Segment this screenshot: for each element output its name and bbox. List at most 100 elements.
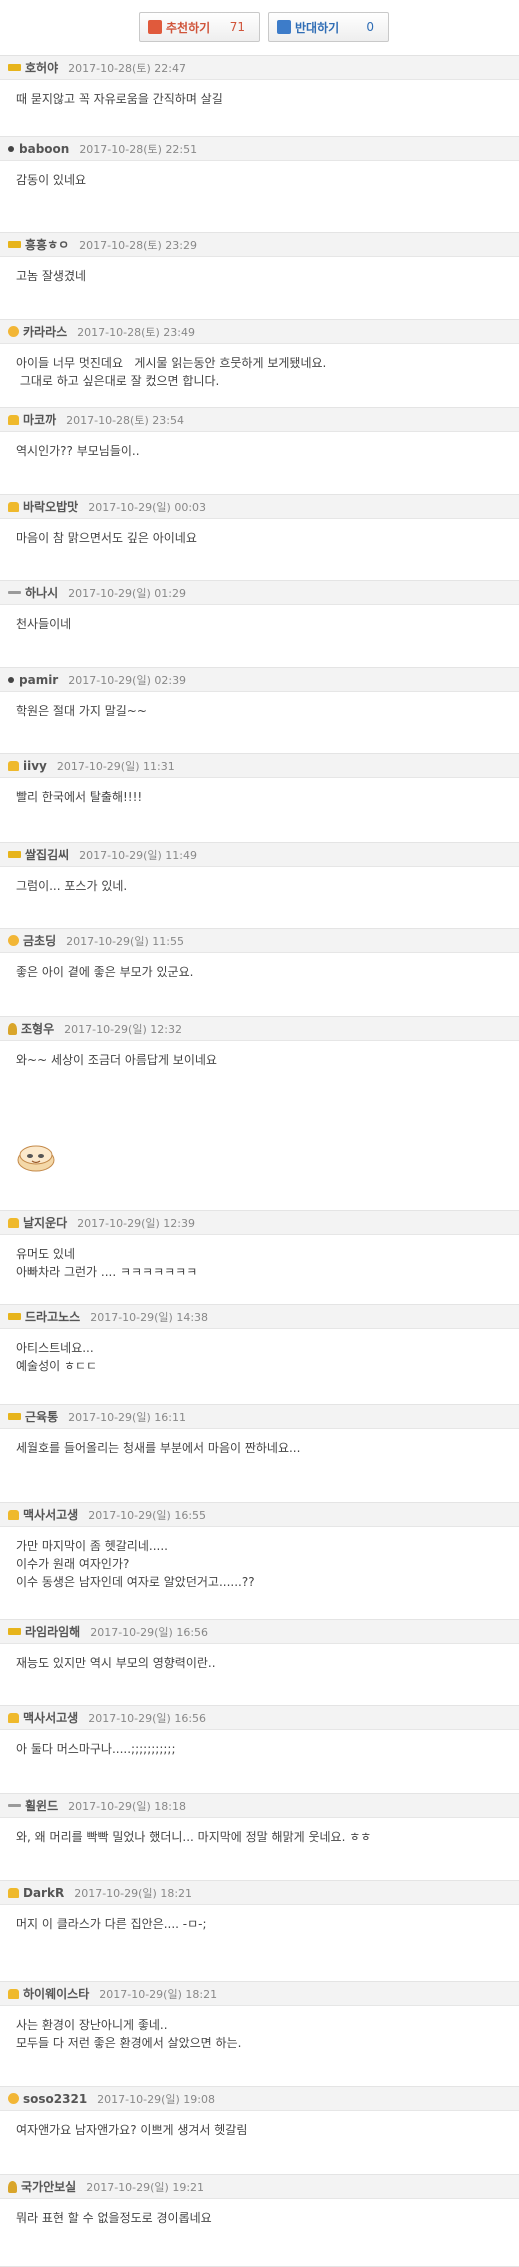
comment-date: 2017-10-29(일) 00:03 [88,500,207,514]
comment-body: 사는 환경이 장난아니게 좋네.. 모두들 다 저런 좋은 환경에서 살았으면 하… [16,2016,509,2052]
comment-item: 카라라스 2017-10-28(토) 23:49 아이들 너무 멋진데요 게시물 읽… [0,320,519,408]
comment-date: 2017-10-28(토) 23:49 [77,325,195,339]
comment-item: baboon 2017-10-28(토) 22:51 감동이 있네요 [0,137,519,233]
comment-text-line: 아티스트네요... [16,1341,94,1355]
comment-body: 역시인가?? 부모님들이.. [16,442,509,460]
comment-text-line: 그럼이... 포스가 있네. [16,879,128,893]
comment-body: 세월호를 들어올리는 청새를 부분에서 마음이 짠하네요... [16,1439,509,1457]
comment-date: 2017-10-29(일) 02:39 [68,673,187,687]
comment-body: 감동이 있네요 [16,171,509,189]
comment-text-line: 역시인가?? 부모님들이.. [16,444,140,458]
comment-header: 하이웨이스타 2017-10-29(일) 18:21 [0,1982,519,2006]
comment-author[interactable]: 카라라스 [23,323,67,340]
comment-item: 호허야 2017-10-28(토) 22:47 때 묻지않고 꼭 자유로움을 간직하… [0,56,519,137]
level-badge-icon [8,1313,21,1320]
comment-author[interactable]: 금초딩 [23,932,56,949]
comment-date: 2017-10-29(일) 01:29 [68,586,186,600]
level-badge-icon [8,145,14,152]
comment-date: 2017-10-29(일) 19:08 [97,2092,215,2106]
comment-date: 2017-10-29(일) 16:11 [68,1410,186,1424]
vote-bar: 추천하기 71 반대하기 0 [0,0,519,56]
comment-text-line: 그대로 하고 싶은대로 잘 컸으면 합니다. [16,374,220,388]
comment-body: 마음이 참 맑으면서도 깊은 아이네요 [16,529,509,547]
comment-body: 천사들이네 [16,615,509,633]
level-badge-icon [8,241,21,248]
level-badge-icon [8,2093,19,2104]
comment-text-line: 천사들이네 [16,617,72,631]
level-badge-icon [8,1509,19,1520]
oppose-button[interactable]: 반대하기 0 [268,12,389,42]
comment-date: 2017-10-28(토) 23:54 [66,413,184,427]
comment-author[interactable]: iivy [23,759,47,773]
comment-item: 맥사서고생 2017-10-29(일) 16:56 아 둘다 머스마구나.....;… [0,1706,519,1794]
comment-text-line: 이수 동생은 남자인데 여자로 알았던거고......?? [16,1575,255,1589]
comment-body: 아 둘다 머스마구나.....;;;;;;;;;;; [16,1740,509,1758]
comment-author[interactable]: 흥흥ㅎㅇ [25,236,69,253]
level-badge-icon [8,1022,17,1035]
comment-item: 드라고노스 2017-10-29(일) 14:38 아티스트네요... 예술성이 ㅎㄷ… [0,1305,519,1405]
comment-body: 여자앤가요 남자앤가요? 이쁘게 생겨서 헷갈림 [16,2121,509,2139]
comment-header: 근육통 2017-10-29(일) 16:11 [0,1405,519,1429]
comment-author[interactable]: 바락오밥맛 [23,498,78,515]
comment-date: 2017-10-29(일) 12:39 [77,1216,195,1230]
comment-author[interactable]: DarkR [23,1886,64,1900]
comment-item: 조형우 2017-10-29(일) 12:32 와~~ 세상이 조금더 아름답게 보… [0,1017,519,1211]
comment-author[interactable]: 국가안보실 [21,2178,76,2195]
comment-header: 호허야 2017-10-28(토) 22:47 [0,56,519,80]
comment-date: 2017-10-29(일) 11:31 [56,759,175,773]
level-badge-icon [8,851,21,858]
comment-header: 조형우 2017-10-29(일) 12:32 [0,1017,519,1041]
comment-item: 맥사서고생 2017-10-29(일) 16:55 가만 마지막이 좀 헷갈리네..… [0,1503,519,1620]
comment-text-line: 학원은 절대 가지 말길~~ [16,704,147,718]
comment-item: 흥흥ㅎㅇ 2017-10-28(토) 23:29 고놈 잘생겼네 [0,233,519,320]
comment-author[interactable]: 호허야 [25,59,58,76]
comment-text-line: 와~~ 세상이 조금더 아름답게 보이네요 [16,1053,217,1067]
comment-body: 좋은 아이 곁에 좋은 부모가 있군요. [16,963,509,981]
level-badge-icon [8,1413,21,1420]
comment-author[interactable]: baboon [19,142,69,156]
comment-body: 와, 왜 머리를 빡빡 밀었나 했더니... 마지막에 정말 해맑게 웃네요. … [16,1828,509,1846]
comment-author[interactable]: 조형우 [21,1020,54,1037]
comment-text-line: 세월호를 들어올리는 청새를 부분에서 마음이 짠하네요... [16,1441,301,1455]
level-badge-icon [8,1217,19,1228]
level-badge-icon [8,591,21,594]
comment-item: 휠윈드 2017-10-29(일) 18:18 와, 왜 머리를 빡빡 밀었나 했더… [0,1794,519,1881]
comment-header: 맥사서고생 2017-10-29(일) 16:55 [0,1503,519,1527]
comment-text-line: 아이들 너무 멋진데요 게시물 읽는동안 흐뭇하게 보게됐네요. [16,356,327,370]
level-badge-icon [8,1628,21,1635]
comment-item: 쌀집김씨 2017-10-29(일) 11:49 그럼이... 포스가 있네. [0,843,519,929]
comment-text-line: 여자앤가요 남자앤가요? 이쁘게 생겨서 헷갈림 [16,2123,248,2137]
comment-author[interactable]: 쌀집김씨 [25,846,69,863]
level-badge-icon [8,1804,21,1807]
comment-author[interactable]: 하나시 [25,584,58,601]
recommend-button[interactable]: 추천하기 71 [139,12,260,42]
comment-author[interactable]: 맥사서고생 [23,1709,78,1726]
comment-author[interactable]: 드라고노스 [25,1308,80,1325]
level-badge-icon [8,935,19,946]
comment-author[interactable]: 하이웨이스타 [23,1985,89,2002]
thumbs-up-icon [148,20,162,34]
comment-author[interactable]: soso2321 [23,2092,87,2106]
comment-item: 근육통 2017-10-29(일) 16:11 세월호를 들어올리는 청새를 부분에… [0,1405,519,1503]
comment-text-line: 빨리 한국에서 탈출해!!!! [16,790,143,804]
comment-author[interactable]: 근육통 [25,1408,58,1425]
comment-text-line: 유머도 있네 [16,1247,76,1261]
comment-author[interactable]: pamir [19,673,58,687]
comment-date: 2017-10-29(일) 18:21 [74,1886,193,1900]
oppose-label: 반대하기 [295,20,340,35]
comment-author[interactable]: 마코까 [23,411,56,428]
comment-author[interactable]: 라임라임해 [25,1623,80,1640]
comment-body: 뭐라 표현 할 수 없을정도로 경이롭네요 [16,2209,509,2227]
comment-author[interactable]: 휠윈드 [25,1797,58,1814]
comment-author[interactable]: 맥사서고생 [23,1506,78,1523]
comment-author[interactable]: 날지운다 [23,1214,67,1231]
comment-header: 흥흥ㅎㅇ 2017-10-28(토) 23:29 [0,233,519,257]
oppose-count: 0 [366,20,374,34]
comment-item: 날지운다 2017-10-29(일) 12:39 유머도 있네 아빠차라 그런가 ..… [0,1211,519,1305]
recommend-count: 71 [229,20,245,34]
recommend-label: 추천하기 [166,20,211,35]
comment-text-line: 이수가 원래 여자인가? [16,1557,130,1571]
comment-text-line: 모두들 다 저런 좋은 환경에서 살았으면 하는. [16,2036,242,2050]
comment-date: 2017-10-29(일) 16:56 [90,1625,209,1639]
level-badge-icon [8,676,14,683]
